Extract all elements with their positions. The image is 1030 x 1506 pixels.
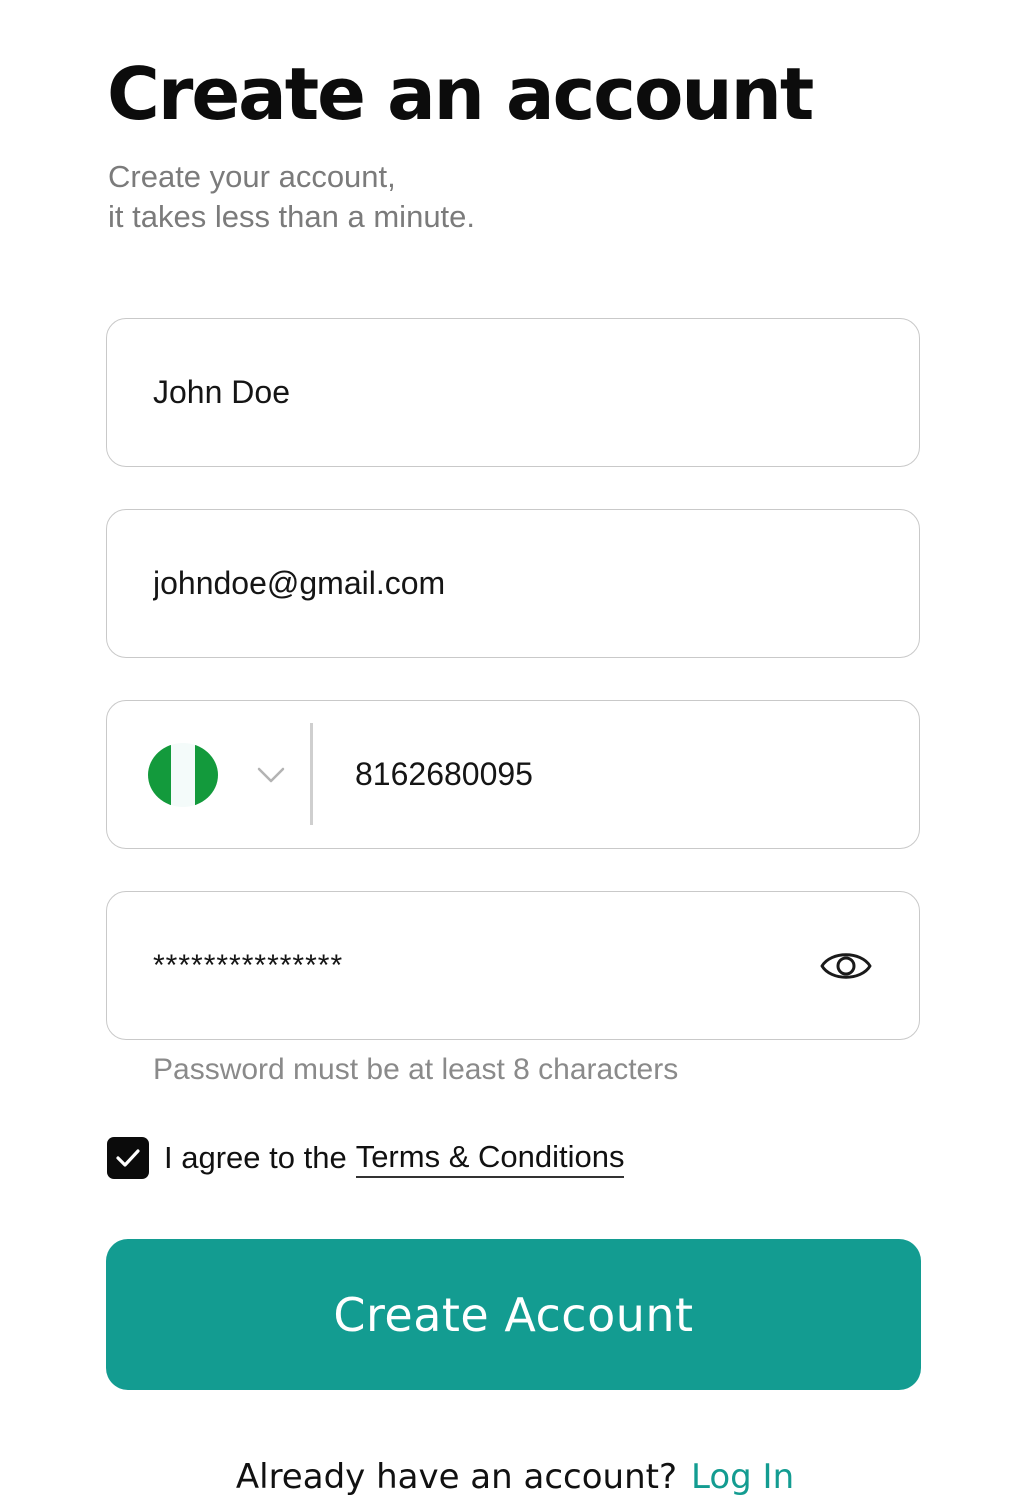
flag-stripe-right [194, 743, 218, 807]
terms-prefix-text: I agree to the [164, 1140, 347, 1175]
terms-checkbox[interactable] [107, 1137, 149, 1179]
phone-field[interactable] [106, 700, 920, 849]
chevron-down-icon[interactable] [253, 757, 289, 793]
login-prompt: Already have an account? Log In [0, 1452, 1030, 1502]
country-code-divider [310, 723, 313, 825]
login-link[interactable]: Log In [691, 1457, 794, 1497]
create-account-button[interactable]: Create Account [106, 1239, 921, 1390]
page-title: Create an account [107, 52, 814, 136]
email-field[interactable] [106, 509, 920, 658]
nigeria-flag-icon[interactable] [148, 743, 218, 807]
password-input[interactable] [153, 892, 753, 1039]
phone-number-input[interactable] [355, 701, 875, 848]
flag-stripe-left [148, 743, 172, 807]
name-input[interactable] [153, 319, 793, 466]
password-field[interactable] [106, 891, 920, 1040]
checkmark-icon [116, 1149, 140, 1167]
page-subtitle: Create your account, it takes less than … [108, 157, 475, 237]
terms-conditions-link[interactable]: Terms & Conditions [355, 1139, 625, 1178]
terms-agreement-row: I agree to the Terms & Conditions [107, 1136, 625, 1180]
name-field[interactable] [106, 318, 920, 467]
subtitle-line-2: it takes less than a minute. [108, 199, 476, 234]
eye-icon[interactable] [819, 941, 873, 991]
login-prompt-text: Already have an account? [235, 1457, 677, 1497]
subtitle-line-1: Create your account, [108, 159, 396, 194]
flag-stripe-middle [171, 743, 195, 807]
email-input[interactable] [153, 510, 793, 657]
password-hint: Password must be at least 8 characters [153, 1053, 679, 1086]
